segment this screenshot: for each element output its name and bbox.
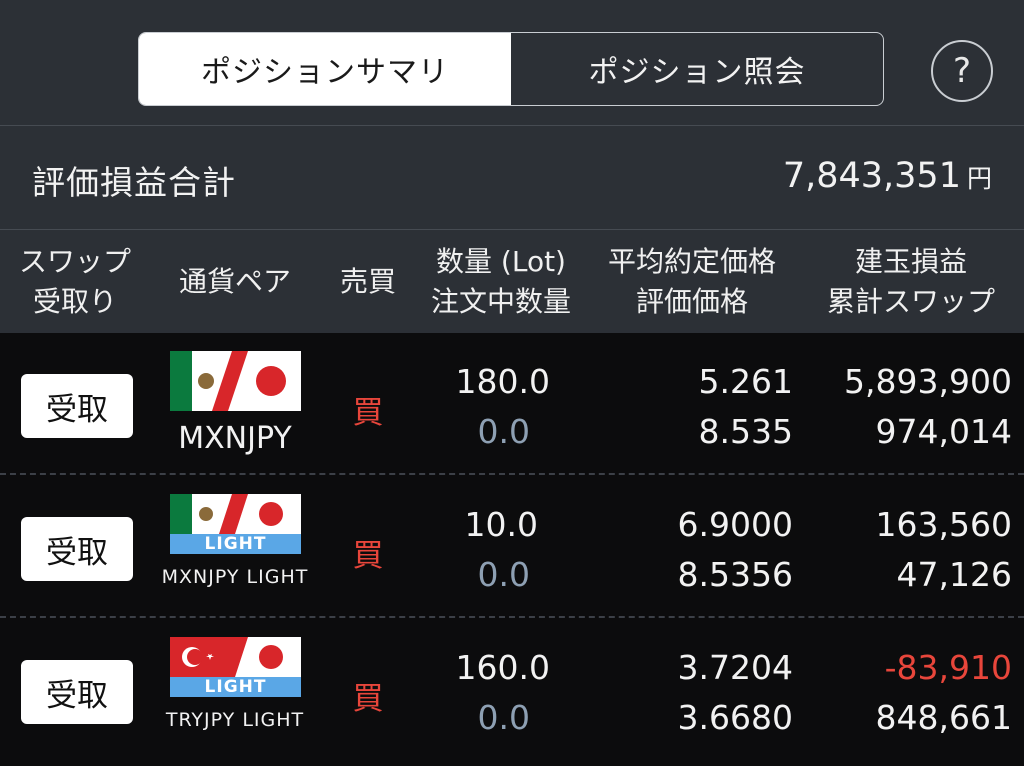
header-side: 売買: [339, 265, 396, 298]
turkey-japan-flag-icon: LIGHT: [170, 637, 301, 697]
position-pnl: 5,893,900: [844, 362, 1012, 401]
row-divider: [0, 473, 1024, 475]
position-tabs: ポジションサマリ ポジション照会: [138, 32, 884, 106]
pair-name: TRYJPY LIGHT: [165, 709, 305, 731]
header-qty-line2: 注文中数量: [430, 285, 571, 318]
evaluation-price: 8.535: [698, 412, 793, 451]
cumulative-swap: 974,014: [875, 412, 1012, 451]
position-pnl: -83,910: [884, 648, 1012, 687]
header-price-line1: 平均約定価格: [607, 245, 776, 278]
currency-unit: 円: [966, 164, 992, 193]
quantity: 180.0: [455, 362, 550, 401]
order-quantity: 0.0: [477, 698, 530, 737]
header-swap: スワップ 受取り: [8, 242, 142, 322]
pnl-summary: 評価損益合計 7,843,351 円: [0, 126, 1024, 230]
side-buy: 買: [352, 395, 384, 431]
tab-position-inquiry[interactable]: ポジション照会: [511, 33, 883, 105]
receive-swap-button[interactable]: 受取: [21, 660, 133, 724]
evaluation-price: 3.6680: [677, 698, 793, 737]
table-header: スワップ 受取り 通貨ペア 売買 数量 (Lot) 注文中数量 平均約定価格 評…: [0, 230, 1024, 333]
tab-position-summary[interactable]: ポジションサマリ: [139, 33, 511, 105]
help-button[interactable]: ?: [931, 40, 993, 102]
light-badge: LIGHT: [204, 534, 267, 554]
average-price: 5.261: [698, 362, 793, 401]
row-divider: [0, 616, 1024, 618]
header-qty-line1: 数量 (Lot): [436, 245, 566, 278]
receive-swap-button[interactable]: 受取: [21, 374, 133, 438]
table-row: 受取 LIGHT MXNJPY LIGHT 買 10.0 0.0 6.9000 …: [0, 476, 1024, 618]
table-row: 受取 MXNJPY 買 180.0 0.0 5.261 8.535 5,893,…: [0, 333, 1024, 475]
header-pnl-line2: 累計スワップ: [826, 285, 995, 318]
light-badge: LIGHT: [204, 677, 267, 697]
cumulative-swap: 47,126: [896, 555, 1012, 594]
header-pair: 通貨ペア: [178, 265, 291, 298]
side-buy: 買: [352, 681, 384, 717]
position-pnl: 163,560: [875, 505, 1012, 544]
mexico-japan-flag-icon: LIGHT: [170, 494, 301, 554]
header-swap-line2: 受取り: [32, 285, 117, 318]
average-price: 3.7204: [677, 648, 793, 687]
pair-name: MXNJPY LIGHT: [161, 566, 309, 588]
header-quantity: 数量 (Lot) 注文中数量: [416, 242, 586, 322]
total-pnl-label: 評価損益合計: [32, 163, 236, 202]
receive-swap-button[interactable]: 受取: [21, 517, 133, 581]
order-quantity: 0.0: [477, 412, 530, 451]
header-pnl-line1: 建玉損益: [854, 245, 967, 278]
order-quantity: 0.0: [477, 555, 530, 594]
cumulative-swap: 848,661: [875, 698, 1012, 737]
header-price-line2: 評価価格: [635, 285, 748, 318]
quantity: 160.0: [455, 648, 550, 687]
question-circle-icon: ?: [952, 51, 972, 91]
total-pnl-amount: 7,843,351: [782, 156, 961, 196]
side-buy: 買: [352, 538, 384, 574]
mexico-japan-flag-icon: [170, 351, 301, 411]
quantity: 10.0: [464, 505, 538, 544]
top-bar: ポジションサマリ ポジション照会 ?: [0, 0, 1024, 126]
pair-name: MXNJPY: [178, 421, 292, 456]
header-swap-line1: スワップ: [18, 245, 131, 278]
header-pnl: 建玉損益 累計スワップ: [808, 242, 1014, 322]
header-price: 平均約定価格 評価価格: [592, 242, 792, 322]
table-row: 受取 LIGHT TRYJPY LIGHT 買 160.0 0.0 3.7204…: [0, 619, 1024, 761]
average-price: 6.9000: [677, 505, 793, 544]
total-pnl-value: 7,843,351 円: [783, 156, 992, 196]
evaluation-price: 8.5356: [677, 555, 793, 594]
